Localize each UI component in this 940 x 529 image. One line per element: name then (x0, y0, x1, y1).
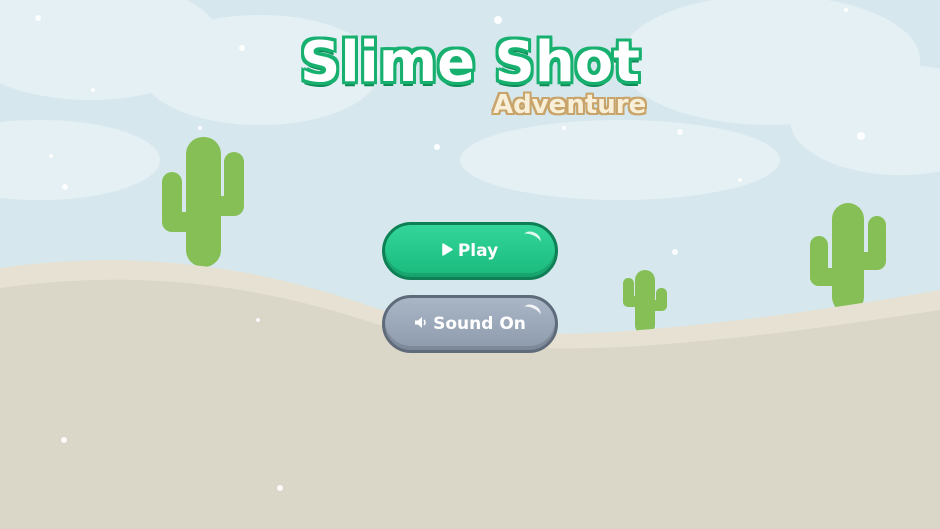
sound-label: Sound On (433, 314, 526, 334)
sound-toggle-button[interactable]: Sound On (382, 295, 558, 353)
play-icon (442, 242, 453, 260)
button-shine (521, 228, 543, 249)
game-title: Slime Shot (300, 30, 640, 95)
game-subtitle: Adventure (493, 90, 647, 120)
play-label: Play (457, 241, 499, 261)
speaker-icon (414, 316, 428, 333)
play-button[interactable]: Play (382, 222, 558, 280)
